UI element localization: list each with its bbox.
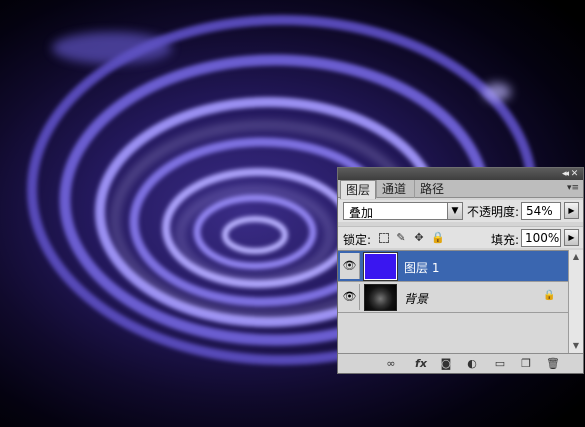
link-layers-icon[interactable]: ∞ bbox=[383, 356, 399, 372]
fill-label: 填充: bbox=[491, 233, 520, 247]
panel-titlebar: ◂◂ ✕ bbox=[338, 168, 583, 180]
layer-thumbnail bbox=[363, 252, 398, 281]
blend-mode-select[interactable]: 叠加 ▼ bbox=[343, 202, 463, 220]
opacity-slider-button[interactable]: ▶ bbox=[564, 202, 579, 219]
layers-list: 👁 图层 1 👁 背景 🔒 bbox=[338, 250, 568, 353]
layer-name: 背景 bbox=[404, 292, 429, 306]
adjustment-layer-icon[interactable]: ◐ bbox=[464, 356, 480, 372]
collapse-icon[interactable]: ◂◂ bbox=[562, 168, 569, 180]
chevron-down-icon[interactable]: ▼ bbox=[447, 203, 462, 219]
opacity-label: 不透明度: bbox=[467, 205, 520, 219]
opacity-field[interactable]: 54% bbox=[521, 202, 561, 220]
tab-channels[interactable]: 通道 bbox=[376, 180, 411, 198]
lock-image-pixels-icon[interactable]: ✎ bbox=[395, 231, 407, 244]
tab-layers[interactable]: 图层 bbox=[340, 180, 377, 199]
close-icon[interactable]: ✕ bbox=[569, 168, 580, 180]
layer-thumbnail bbox=[364, 284, 397, 311]
layers-scrollbar[interactable]: ▲ ▼ bbox=[568, 250, 583, 353]
layer-style-button[interactable]: fx bbox=[413, 356, 429, 372]
new-group-icon[interactable]: ▭ bbox=[492, 356, 508, 372]
panel-footer: ∞ fx ◙ ◐ ▭ ❐ 🗑 bbox=[338, 353, 583, 373]
lock-row: 锁定: ✎ ✥ 🔒 填充: 100% ▶ bbox=[338, 226, 583, 248]
fill-slider-button[interactable]: ▶ bbox=[564, 229, 579, 246]
eye-icon[interactable]: 👁 bbox=[340, 253, 360, 279]
layer-name: 图层 1 bbox=[404, 261, 440, 275]
blend-mode-value: 叠加 bbox=[349, 206, 374, 220]
lock-label: 锁定: bbox=[343, 233, 372, 247]
blend-row: 叠加 ▼ 不透明度: 54% ▶ bbox=[338, 200, 583, 222]
tab-paths[interactable]: 路径 bbox=[414, 180, 449, 198]
scroll-up-icon[interactable]: ▲ bbox=[569, 250, 583, 264]
fill-field[interactable]: 100% bbox=[521, 229, 561, 247]
panel-tabs: 图层 通道 路径 ▾≡ bbox=[338, 180, 583, 199]
layer-row-background[interactable]: 👁 背景 🔒 bbox=[338, 282, 568, 313]
panel-menu-icon[interactable]: ▾≡ bbox=[567, 183, 579, 193]
scroll-down-icon[interactable]: ▼ bbox=[569, 339, 583, 353]
eye-icon[interactable]: 👁 bbox=[340, 284, 360, 310]
layer-row-layer-1[interactable]: 👁 图层 1 bbox=[338, 251, 568, 282]
lock-position-icon[interactable]: ✥ bbox=[413, 231, 425, 244]
lock-icon: 🔒 bbox=[543, 290, 556, 301]
new-layer-icon[interactable]: ❐ bbox=[518, 356, 534, 372]
delete-layer-icon[interactable]: 🗑 bbox=[545, 356, 561, 372]
lock-all-icon[interactable]: 🔒 bbox=[431, 231, 445, 244]
add-mask-icon[interactable]: ◙ bbox=[438, 356, 454, 372]
lock-transparent-pixels-icon[interactable] bbox=[379, 233, 389, 243]
layers-panel: ◂◂ ✕ 图层 通道 路径 ▾≡ 叠加 ▼ 不透明度: 54% ▶ 锁定: ✎ … bbox=[337, 167, 584, 374]
